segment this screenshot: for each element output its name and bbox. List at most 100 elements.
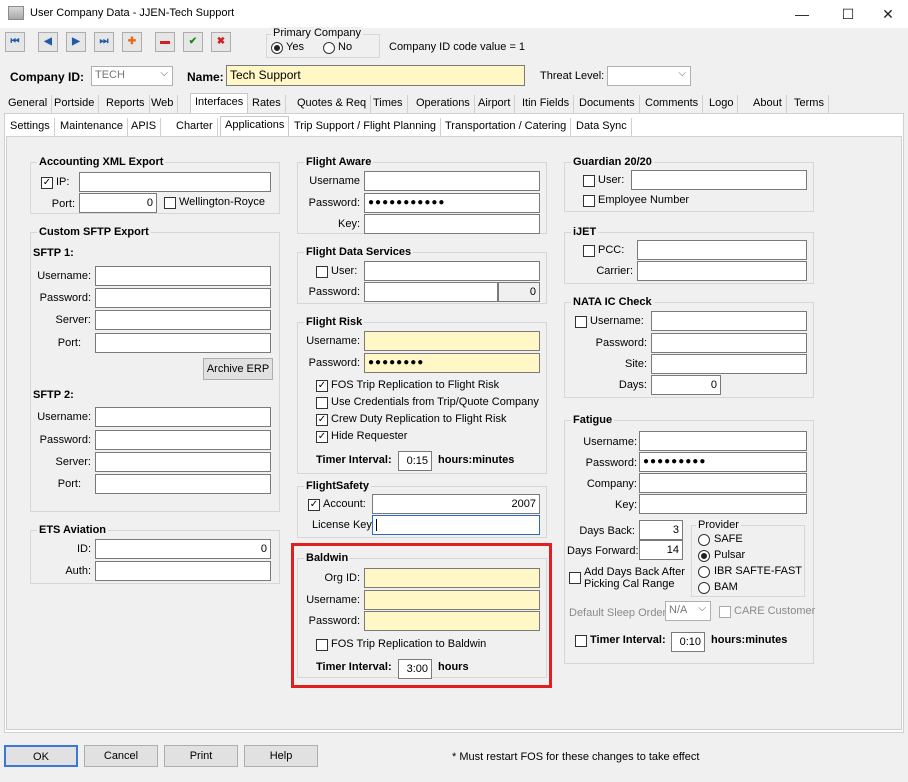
- care-customer-checkbox[interactable]: [719, 606, 731, 618]
- hide-requester-checkbox[interactable]: ✓: [316, 431, 328, 443]
- tab-rates[interactable]: Rates: [248, 95, 286, 113]
- flightsafety-license-input[interactable]: [372, 515, 540, 535]
- subtab-settings[interactable]: Settings: [6, 118, 55, 136]
- tab-web[interactable]: Web: [147, 95, 179, 113]
- help-button[interactable]: Help: [244, 745, 318, 767]
- tab-documents[interactable]: Documents: [575, 95, 640, 113]
- next-record-icon[interactable]: ▶: [66, 32, 86, 52]
- cancel-record-icon[interactable]: ✖: [211, 32, 231, 52]
- flight-aware-key-input[interactable]: [364, 214, 540, 234]
- fatigue-timer-checkbox[interactable]: [575, 635, 587, 647]
- flightsafety-account-checkbox[interactable]: ✓: [308, 499, 320, 511]
- crew-duty-replication-checkbox[interactable]: ✓: [316, 414, 328, 426]
- employee-number-checkbox[interactable]: [583, 195, 595, 207]
- minimize-icon[interactable]: —: [792, 4, 812, 24]
- flight-risk-timer-input[interactable]: 0:15: [398, 451, 432, 471]
- nata-username-checkbox[interactable]: [575, 316, 587, 328]
- subtab-applications[interactable]: Applications: [220, 116, 290, 136]
- sftp2-username-input[interactable]: [95, 407, 271, 427]
- cancel-button[interactable]: Cancel: [84, 745, 158, 767]
- sftp1-password-input[interactable]: [95, 288, 271, 308]
- fatigue-company-input[interactable]: [639, 473, 807, 493]
- flight-aware-password-input[interactable]: ●●●●●●●●●●●: [364, 193, 540, 213]
- accounting-ip-checkbox[interactable]: ✓: [41, 177, 53, 189]
- default-sleep-order-dropdown[interactable]: N/A ⌵: [665, 601, 711, 621]
- accounting-port-input[interactable]: 0: [79, 193, 157, 213]
- subtab-data-sync[interactable]: Data Sync: [572, 118, 632, 136]
- baldwin-timer-input[interactable]: 3:00: [398, 659, 432, 679]
- flight-risk-password-input[interactable]: ●●●●●●●●: [364, 353, 540, 373]
- primary-yes-radio[interactable]: [271, 42, 283, 54]
- primary-no-radio[interactable]: [323, 42, 335, 54]
- flight-aware-username-input[interactable]: [364, 171, 540, 191]
- provider-pulsar-radio[interactable]: [698, 550, 710, 562]
- maximize-icon[interactable]: ☐: [838, 4, 858, 24]
- tab-quotes-req[interactable]: Quotes & Req: [293, 95, 372, 113]
- subtab-transportation[interactable]: Transportation / Catering: [441, 118, 572, 136]
- use-credentials-checkbox[interactable]: [316, 397, 328, 409]
- prev-record-icon[interactable]: ◀: [38, 32, 58, 52]
- subtab-charter[interactable]: Charter: [172, 118, 218, 136]
- threat-level-dropdown[interactable]: ⌵: [607, 66, 691, 86]
- tab-general[interactable]: General: [4, 95, 53, 113]
- sftp1-server-input[interactable]: [95, 310, 271, 330]
- ijet-pcc-input[interactable]: [637, 240, 807, 260]
- nata-site-input[interactable]: [651, 354, 807, 374]
- fatigue-days-forward-input[interactable]: 14: [639, 540, 683, 560]
- add-days-back-checkbox[interactable]: [569, 572, 581, 584]
- fos-trip-replication-baldwin-checkbox[interactable]: [316, 639, 328, 651]
- fatigue-password-input[interactable]: ●●●●●●●●●: [639, 452, 807, 472]
- tab-airport[interactable]: Airport: [474, 95, 516, 113]
- sftp1-port-input[interactable]: [95, 333, 271, 353]
- subtab-maintenance[interactable]: Maintenance: [56, 118, 128, 136]
- tab-operations[interactable]: Operations: [412, 95, 475, 113]
- tab-logo[interactable]: Logo: [705, 95, 739, 113]
- provider-bam-radio[interactable]: [698, 582, 710, 594]
- accounting-ip-input[interactable]: [79, 172, 271, 192]
- baldwin-password-input[interactable]: [364, 611, 540, 631]
- print-button[interactable]: Print: [164, 745, 238, 767]
- archive-erp-button[interactable]: Archive ERP: [203, 358, 273, 380]
- flight-risk-username-input[interactable]: [364, 331, 540, 351]
- ets-auth-input[interactable]: [95, 561, 271, 581]
- nata-password-input[interactable]: [651, 333, 807, 353]
- fos-trip-replication-flight-risk-checkbox[interactable]: ✓: [316, 380, 328, 392]
- tab-about[interactable]: About: [749, 95, 787, 113]
- provider-safe-radio[interactable]: [698, 534, 710, 546]
- nata-days-input[interactable]: 0: [651, 375, 721, 395]
- subtab-trip-support[interactable]: Trip Support / Flight Planning: [290, 118, 442, 136]
- fds-password-input[interactable]: [364, 282, 498, 302]
- nata-username-input[interactable]: [651, 311, 807, 331]
- tab-portside[interactable]: Portside: [50, 95, 100, 113]
- save-record-icon[interactable]: ✔: [183, 32, 203, 52]
- ijet-pcc-checkbox[interactable]: [583, 245, 595, 257]
- company-id-dropdown[interactable]: TECH ⌵: [91, 66, 173, 86]
- tab-reports[interactable]: Reports: [102, 95, 150, 113]
- ets-id-input[interactable]: 0: [95, 539, 271, 559]
- baldwin-org-id-input[interactable]: [364, 568, 540, 588]
- fatigue-days-back-input[interactable]: 3: [639, 520, 683, 540]
- fatigue-username-input[interactable]: [639, 431, 807, 451]
- tab-interfaces[interactable]: Interfaces: [190, 93, 249, 113]
- tab-comments[interactable]: Comments: [641, 95, 704, 113]
- last-record-icon[interactable]: ⏭: [94, 32, 114, 52]
- first-record-icon[interactable]: ⏮: [5, 32, 25, 52]
- fds-user-input[interactable]: [364, 261, 540, 281]
- delete-record-icon[interactable]: ▬: [155, 32, 175, 52]
- ok-button[interactable]: OK: [4, 745, 78, 767]
- subtab-apis[interactable]: APIS: [127, 118, 162, 136]
- baldwin-username-input[interactable]: [364, 590, 540, 610]
- sftp2-server-input[interactable]: [95, 452, 271, 472]
- tab-itin-fields[interactable]: Itin Fields: [518, 95, 575, 113]
- guardian-user-input[interactable]: [631, 170, 807, 190]
- fatigue-timer-input[interactable]: 0:10: [671, 632, 705, 652]
- fds-user-checkbox[interactable]: [316, 266, 328, 278]
- flightsafety-account-input[interactable]: 2007: [372, 494, 540, 514]
- company-name-input[interactable]: Tech Support: [226, 65, 525, 86]
- close-icon[interactable]: ✕: [878, 4, 898, 24]
- provider-ibr-radio[interactable]: [698, 566, 710, 578]
- tab-times[interactable]: Times: [369, 95, 408, 113]
- sftp1-username-input[interactable]: [95, 266, 271, 286]
- sftp2-password-input[interactable]: [95, 430, 271, 450]
- sftp2-port-input[interactable]: [95, 474, 271, 494]
